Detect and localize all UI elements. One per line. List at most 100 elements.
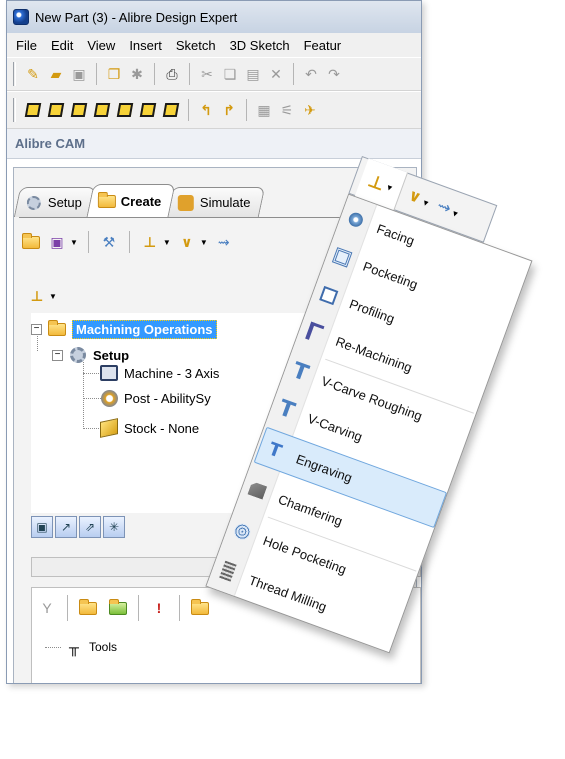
tab-setup-label: Setup [47, 195, 82, 210]
advanced-ops-icon[interactable]: ⇝ [214, 232, 234, 252]
tools-label[interactable]: Tools [89, 640, 117, 654]
chevron-down-icon[interactable]: ▼ [49, 292, 57, 301]
tab-create-label: Create [120, 193, 162, 209]
new-icon[interactable]: ✎ [23, 64, 43, 84]
paste-icon[interactable]: ▤ [243, 64, 263, 84]
drilling-ops-icon[interactable]: ∨ [177, 232, 197, 252]
render-icon[interactable]: ✈ [300, 100, 320, 120]
tree-item-stock[interactable]: Stock - None [99, 417, 199, 439]
chevron-down-icon[interactable]: ▼ [200, 238, 208, 247]
post-processor-icon [99, 388, 119, 408]
tree-root-row[interactable]: − Machining Operations [31, 318, 217, 340]
show-stock-icon[interactable]: ⇗ [79, 516, 101, 538]
menu-insert[interactable]: Insert [122, 38, 169, 53]
tool-icon[interactable]: Y [37, 598, 57, 618]
menu-view[interactable]: View [80, 38, 122, 53]
menu-edit[interactable]: Edit [44, 38, 80, 53]
show-axes-icon[interactable]: ✳ [103, 516, 125, 538]
create-folder-icon [97, 191, 117, 211]
tree-item-label[interactable]: Machine - 3 Axis [124, 366, 219, 381]
toolbar-separator [246, 99, 247, 121]
menu-features[interactable]: Featur [297, 38, 349, 53]
new-job-icon[interactable] [21, 232, 41, 252]
cam-panel-header: Alibre CAM [7, 129, 421, 159]
measure-icon[interactable]: ⚟ [277, 100, 297, 120]
toolbar-separator [189, 63, 190, 85]
show-model-icon[interactable]: ▣ [31, 516, 53, 538]
menu-bar: File Edit View Insert Sketch 3D Sketch F… [7, 33, 421, 57]
tree-item-machine[interactable]: Machine - 3 Axis [99, 362, 219, 384]
open-folder-icon[interactable]: ▰ [46, 64, 66, 84]
cam-tabs: Setup Create Simulate [13, 183, 266, 217]
pocketing-icon [323, 238, 361, 276]
menu-sketch[interactable]: Sketch [169, 38, 223, 53]
rotate-right-icon[interactable]: ↱ [219, 100, 239, 120]
folder-icon [47, 319, 67, 339]
engraving-icon: T [265, 438, 285, 463]
show-toolpath-icon[interactable]: ↗ [55, 516, 77, 538]
milling-ops-icon[interactable]: ⊥ [140, 232, 160, 252]
delete-icon[interactable]: ✕ [266, 64, 286, 84]
collapse-icon[interactable]: − [52, 349, 63, 361]
cut-icon[interactable]: ✂ [197, 64, 217, 84]
toolbar-separator [67, 595, 68, 621]
tools-toolbar: Y ! [37, 591, 210, 625]
tab-create[interactable]: Create [86, 184, 176, 217]
tree-root-label[interactable]: Machining Operations [72, 319, 217, 339]
tree-setup-label[interactable]: Setup [93, 348, 129, 363]
toolbar-separator [293, 63, 294, 85]
tree-item-label[interactable]: Post - AbilitySy [124, 391, 211, 406]
section-view-icon[interactable]: ▦ [254, 100, 274, 120]
hole-pocketing-icon [223, 512, 261, 550]
advanced-ops-button[interactable]: ⇝▼ [434, 195, 463, 222]
tab-setup[interactable]: Setup [13, 187, 97, 217]
chevron-down-icon[interactable]: ▼ [163, 238, 171, 247]
generate-toolpath-icon[interactable]: ⊥ [27, 286, 47, 306]
tab-simulate[interactable]: Simulate [166, 187, 266, 217]
view-iso-icon[interactable] [161, 100, 181, 120]
drilling-ops-button[interactable]: ∨▼ [405, 185, 433, 212]
menu-file[interactable]: File [9, 38, 44, 53]
view-right-icon[interactable] [92, 100, 112, 120]
paste-doc-icon[interactable]: ❐ [104, 64, 124, 84]
view-top-icon[interactable] [115, 100, 135, 120]
profiling-icon [309, 276, 347, 314]
toolbar-grip[interactable] [13, 98, 16, 122]
view-back-icon[interactable] [46, 100, 66, 120]
view-left-icon[interactable] [69, 100, 89, 120]
thread-milling-icon [209, 552, 247, 590]
toolbar-grip[interactable] [13, 62, 16, 86]
save-tools-icon[interactable] [108, 598, 128, 618]
view-bottom-icon[interactable] [138, 100, 158, 120]
create-toolbar-2: ⊥ ▼ [27, 281, 57, 311]
tool-warning-icon[interactable]: ! [149, 598, 169, 618]
undo-icon[interactable]: ↶ [301, 64, 321, 84]
tree-item-label[interactable]: Stock - None [124, 421, 199, 436]
open-tools-icon[interactable] [78, 598, 98, 618]
properties-icon[interactable]: ✱ [127, 64, 147, 84]
tree-line [45, 646, 61, 648]
vcarve-roughing-icon: T [289, 357, 312, 387]
save-job-icon[interactable]: ▣ [47, 232, 67, 252]
remachining-icon [296, 313, 334, 351]
tree-item-post[interactable]: Post - AbilitySy [99, 387, 211, 409]
redo-icon[interactable]: ↷ [324, 64, 344, 84]
tools-tree-item[interactable]: ╥ Tools [45, 637, 117, 657]
menu-item-label: V-Carving [305, 410, 365, 444]
menu-3d-sketch[interactable]: 3D Sketch [223, 38, 297, 53]
machine-icon [99, 363, 119, 383]
chevron-down-icon[interactable]: ▼ [70, 238, 78, 247]
print-icon[interactable]: ⎙ [162, 64, 182, 84]
setup-gear-icon [68, 345, 88, 365]
setup-gear-icon [24, 193, 44, 213]
menu-item-label: Profiling [347, 295, 397, 326]
copy-icon[interactable]: ❏ [220, 64, 240, 84]
menu-item-label: Engraving [294, 450, 355, 485]
save-icon[interactable]: ▣ [69, 64, 89, 84]
window-title: New Part (3) - Alibre Design Expert [35, 9, 238, 25]
view-front-icon[interactable] [23, 100, 43, 120]
tool-library-icon[interactable]: ⚒ [99, 232, 119, 252]
toolbar-separator [96, 63, 97, 85]
rotate-left-icon[interactable]: ↰ [196, 100, 216, 120]
collapse-icon[interactable]: − [31, 323, 42, 335]
